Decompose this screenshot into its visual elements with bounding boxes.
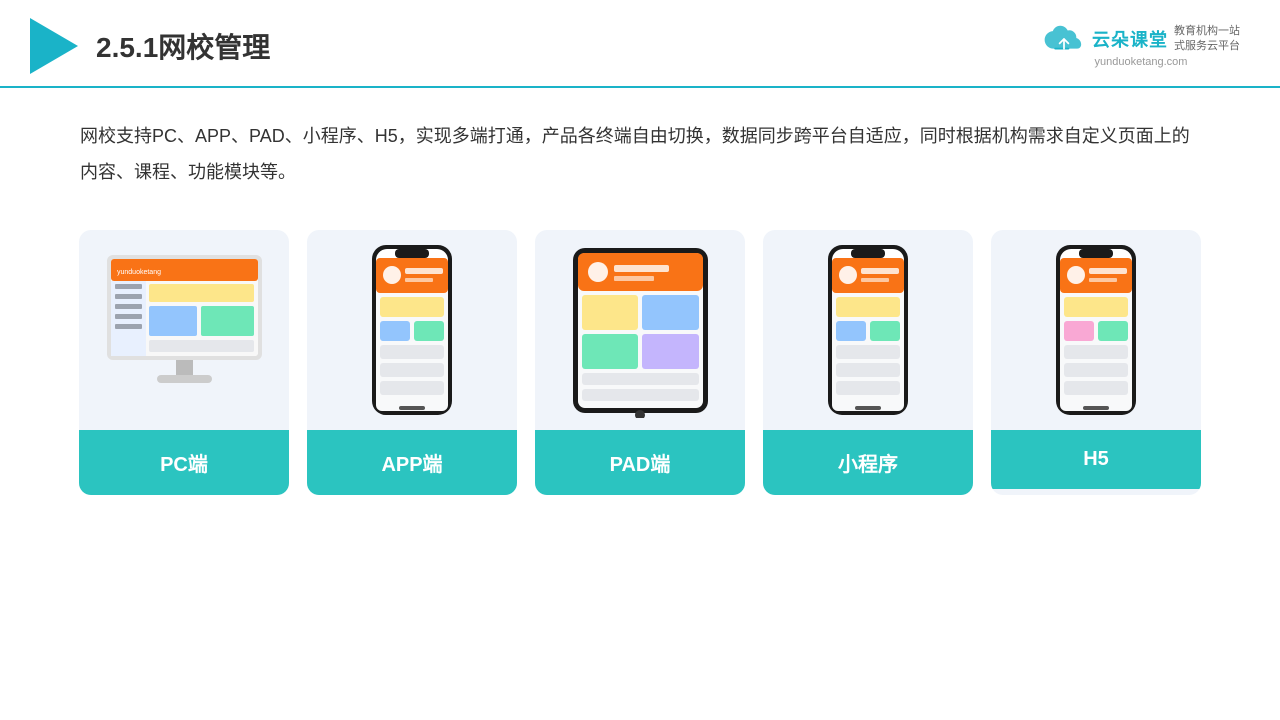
page-title: 2.5.1网校管理 — [96, 26, 270, 66]
pad-device-icon — [568, 243, 713, 418]
brand-url: yunduoketang.com — [1095, 56, 1188, 68]
pc-device-icon: yunduoketang — [97, 250, 272, 410]
card-pc-label: PC端 — [79, 430, 289, 495]
cloud-icon — [1042, 24, 1086, 54]
card-miniapp-label: 小程序 — [763, 430, 973, 495]
h5-device-icon — [1051, 243, 1141, 418]
card-pc-image: yunduoketang — [79, 230, 289, 430]
app-device-icon — [367, 243, 457, 418]
card-app-label: APP端 — [307, 430, 517, 495]
header-right: 云朵课堂 教育机构一站式服务云平台 yunduoketang.com — [1042, 24, 1240, 69]
card-h5-image — [991, 230, 1201, 430]
cloud-logo: 云朵课堂 教育机构一站式服务云平台 — [1042, 24, 1240, 55]
brand-name: 云朵课堂 — [1092, 26, 1168, 52]
header: 2.5.1网校管理 云朵课堂 教育机构一站式服务云平台 yunduoketang… — [0, 0, 1280, 88]
card-pad-label: PAD端 — [535, 430, 745, 495]
card-app: APP端 — [307, 230, 517, 495]
card-miniapp-image — [763, 230, 973, 430]
card-h5: H5 — [991, 230, 1201, 495]
logo-triangle-icon — [30, 18, 78, 74]
card-pad: PAD端 — [535, 230, 745, 495]
header-left: 2.5.1网校管理 — [30, 18, 270, 74]
description-text: 网校支持PC、APP、PAD、小程序、H5，实现多端打通，产品各终端自由切换，数… — [0, 88, 1280, 210]
svg-text:yunduoketang: yunduoketang — [117, 269, 161, 276]
cards-container: yunduoketang PC端 — [0, 210, 1280, 515]
card-miniapp: 小程序 — [763, 230, 973, 495]
card-h5-label: H5 — [991, 430, 1201, 489]
card-pc: yunduoketang PC端 — [79, 230, 289, 495]
brand-slogan: 教育机构一站式服务云平台 — [1174, 24, 1240, 55]
miniapp-device-icon — [823, 243, 913, 418]
card-pad-image — [535, 230, 745, 430]
card-app-image — [307, 230, 517, 430]
